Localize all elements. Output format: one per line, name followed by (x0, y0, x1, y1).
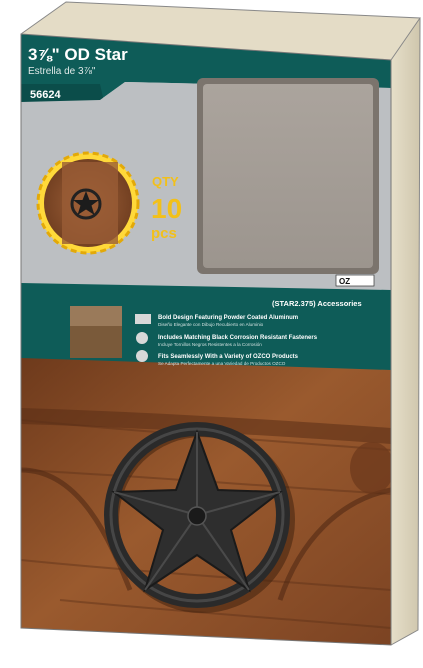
wood-knot (350, 442, 391, 494)
qty-label: QTY (152, 174, 179, 189)
feature-photo-sky (70, 306, 122, 326)
feature-3-text: Fits Seamlessly With a Variety of OZCO P… (158, 354, 299, 360)
sku-number: 56624 (30, 89, 61, 101)
box-side-face (391, 18, 420, 645)
star-center-screw (187, 506, 207, 526)
accessories-label: (STAR2.375) Accessories (272, 299, 362, 308)
screw-icon (136, 332, 148, 344)
product-box: 3⅞" OD Star Estrella de 3⅞" 56624 QTY 10… (20, 1, 421, 646)
qty-unit: pcs (151, 225, 177, 242)
steel-badge-icon (135, 314, 151, 324)
feature-1-subtext: Diseño Elegante con Dibujo Recubierto en… (158, 322, 264, 327)
chain-icon (136, 350, 148, 362)
product-title: 3⅞" OD Star (28, 45, 128, 64)
feature-3-subtext: Se Adapta Perfectamente a una Variedad d… (158, 361, 286, 366)
brand-logo: OZ (339, 277, 350, 286)
qty-value: 10 (151, 193, 182, 224)
feature-2-subtext: Incluye Tornillos Negros Resistentes a l… (158, 342, 262, 347)
feature-1-text: Bold Design Featuring Powder Coated Alum… (158, 315, 298, 321)
product-subtitle: Estrella de 3⅞" (28, 66, 96, 77)
feature-2-text: Includes Matching Black Corrosion Resist… (158, 335, 318, 341)
product-window (203, 84, 373, 268)
